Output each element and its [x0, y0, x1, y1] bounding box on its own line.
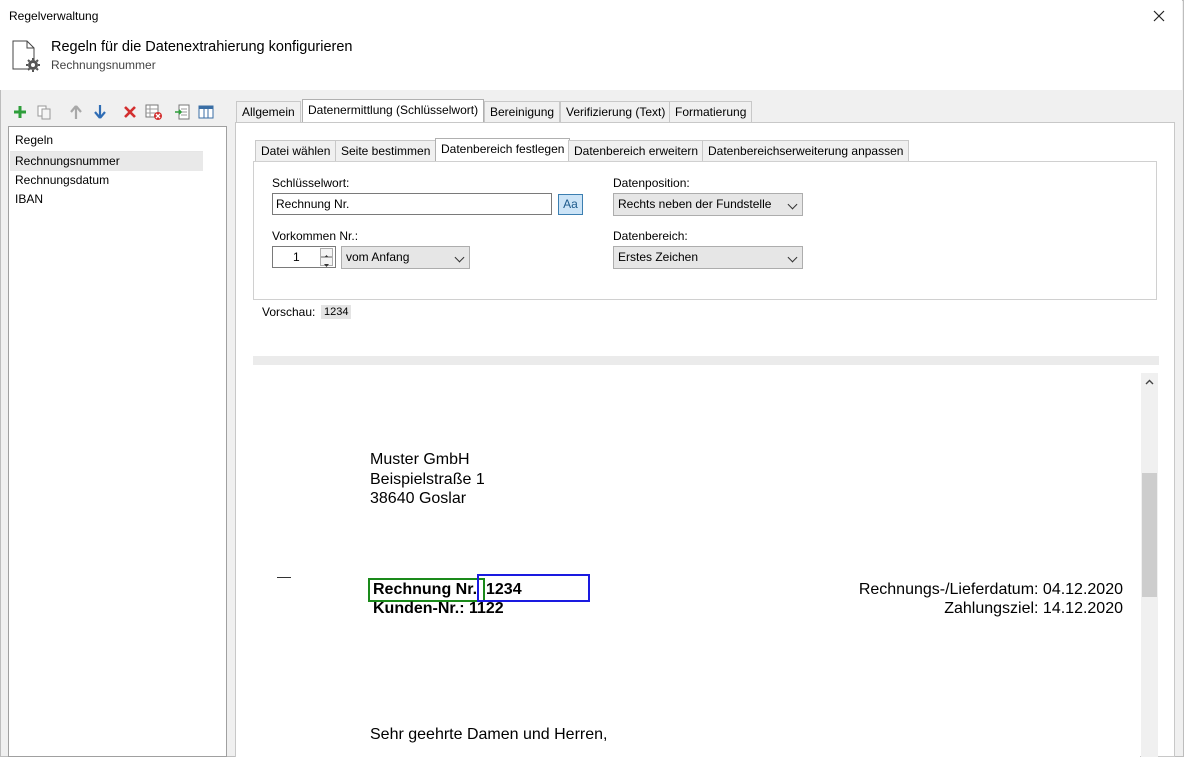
stepper-up-button[interactable] [320, 248, 333, 258]
address-line-1: Muster GmbH [370, 451, 470, 468]
columns-icon [198, 105, 214, 119]
title-bar: Regelverwaltung [0, 0, 1182, 32]
tab-bereinigung[interactable]: Bereinigung [484, 101, 561, 122]
greeting-line: Sehr geehrte Damen und Herren, [370, 726, 608, 743]
rule-item-iban[interactable]: IBAN [10, 190, 203, 209]
address-line-3: 38640 Goslar [370, 490, 467, 507]
stepper-down-button[interactable] [320, 257, 333, 267]
keyword-highlight-box [368, 578, 485, 602]
columns-button[interactable] [194, 100, 218, 124]
occurrence-stepper[interactable]: 1 [272, 246, 336, 268]
occurrence-label: Vorkommen Nr.: [272, 229, 359, 243]
range-label: Datenbereich: [613, 229, 688, 243]
chevron-down-icon [787, 199, 798, 210]
value-highlight-box [477, 574, 590, 602]
clear-rules-button[interactable] [142, 100, 166, 124]
tab-verifizierung[interactable]: Verifizierung (Text) [560, 101, 672, 122]
position-label: Datenposition: [613, 176, 690, 190]
plus-icon [14, 106, 26, 118]
preview-value: 1234 [321, 305, 352, 319]
position-select[interactable]: Rechts neben der Fundstelle [613, 193, 803, 216]
chevron-up-icon [1145, 379, 1154, 384]
close-icon [1153, 10, 1165, 21]
range-select-value: Erstes Zeichen [618, 250, 699, 264]
tab-formatierung[interactable]: Formatierung [669, 101, 753, 122]
rule-item-rechnungsnummer[interactable]: Rechnungsnummer [10, 152, 203, 171]
document-preview [236, 365, 1140, 757]
subtab-datei-waehlen[interactable]: Datei wählen [255, 140, 337, 161]
address-line-2: Beispielstraße 1 [370, 471, 485, 488]
window-title: Regelverwaltung [9, 9, 99, 23]
copy-icon [37, 105, 51, 120]
chevron-down-icon [787, 252, 798, 263]
subtab-datenbereich-erweitern[interactable]: Datenbereich erweitern [568, 140, 705, 161]
arrow-down-icon [94, 105, 106, 119]
occurrence-value: 1 [293, 250, 300, 264]
due-date-line: Zahlungsziel: 14.12.2020 [944, 600, 1123, 617]
copy-rule-button[interactable] [32, 100, 56, 124]
document-splitter[interactable] [253, 356, 1159, 365]
document-gear-icon [12, 40, 44, 77]
import-rules-button[interactable] [170, 100, 194, 124]
keyword-input[interactable]: Rechnung Nr. [272, 193, 552, 215]
fold-mark [277, 577, 291, 578]
scroll-up-button[interactable] [1141, 373, 1158, 390]
tab-datenermittlung[interactable]: Datenermittlung (Schlüsselwort) [302, 99, 485, 122]
import-icon [175, 104, 190, 120]
sub-tab-panel [253, 161, 1157, 300]
chevron-down-icon [454, 252, 465, 263]
occurrence-direction-value: vom Anfang [346, 250, 410, 264]
move-down-button[interactable] [88, 100, 112, 124]
add-rule-button[interactable] [8, 100, 32, 124]
rules-toolbar [8, 100, 218, 124]
close-button[interactable] [1136, 0, 1182, 31]
caret-down-icon [324, 264, 329, 267]
page-subtitle: Rechnungsnummer [51, 58, 156, 72]
customer-number-line: Kunden-Nr.: 1122 [373, 600, 504, 617]
delete-x-icon [124, 106, 136, 118]
invoice-date-line: Rechnungs-/Lieferdatum: 04.12.2020 [858, 581, 1123, 598]
rules-list: Regeln Rechnungsnummer Rechnungsdatum IB… [8, 126, 227, 757]
arrow-up-icon [70, 105, 82, 119]
subtab-seite-bestimmen[interactable]: Seite bestimmen [335, 140, 437, 161]
rule-item-rechnungsdatum[interactable]: Rechnungsdatum [10, 171, 203, 190]
delete-rule-button[interactable] [118, 100, 142, 124]
subtab-datenbereich-festlegen[interactable]: Datenbereich festlegen [435, 138, 571, 161]
match-case-button[interactable]: Aa [558, 194, 583, 215]
tab-allgemein[interactable]: Allgemein [236, 101, 301, 122]
page-title: Regeln für die Datenextrahierung konfigu… [51, 39, 353, 55]
rules-list-header: Regeln [15, 133, 54, 147]
range-select[interactable]: Erstes Zeichen [613, 246, 803, 269]
table-delete-icon [145, 104, 162, 120]
subtab-erweiterung-anpassen[interactable]: Datenbereichserweiterung anpassen [702, 140, 910, 161]
position-select-value: Rechts neben der Fundstelle [618, 197, 772, 211]
scrollbar-thumb[interactable] [1142, 473, 1157, 597]
keyword-label: Schlüsselwort: [272, 176, 350, 190]
occurrence-direction-select[interactable]: vom Anfang [341, 246, 470, 269]
move-up-button[interactable] [64, 100, 88, 124]
preview-label: Vorschau: [262, 305, 316, 319]
